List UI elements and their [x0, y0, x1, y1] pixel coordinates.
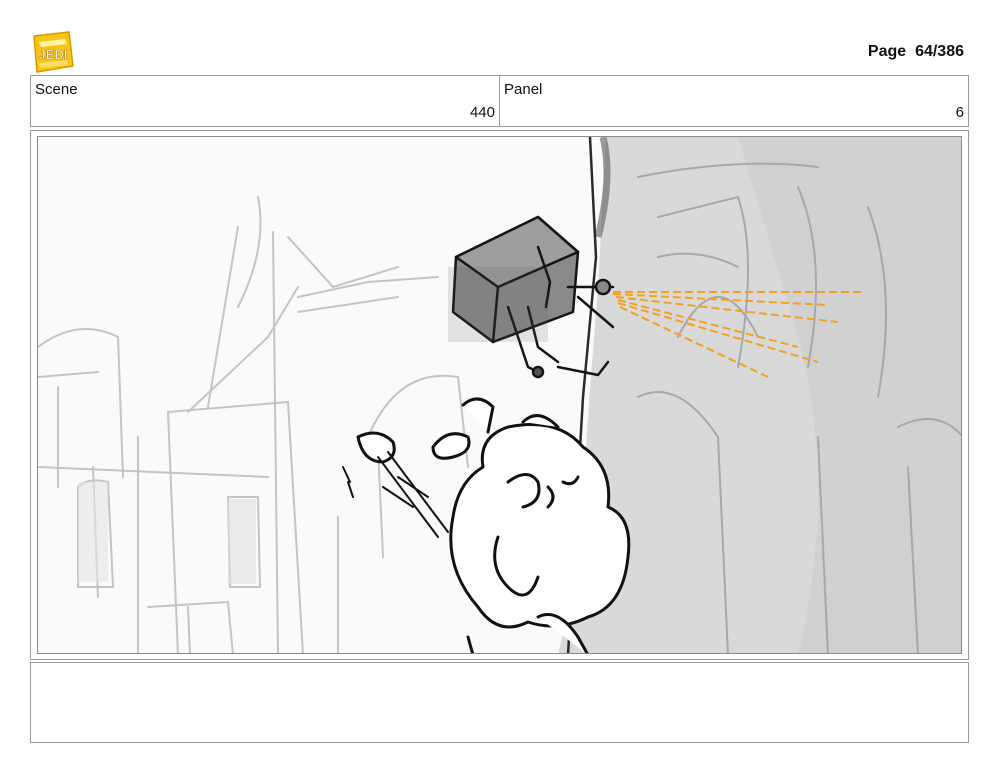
page-number: Page 64/386: [868, 43, 964, 61]
scene-value: 440: [469, 104, 495, 121]
page-label: Page: [867, 43, 907, 60]
panel-label: Panel: [504, 81, 543, 98]
svg-text:JEDI: JEDI: [39, 47, 68, 62]
notes-box: [30, 662, 969, 743]
storyboard-panel-frame: [30, 130, 969, 660]
scene-label: Scene: [35, 81, 78, 98]
storyboard-sketch: [38, 137, 961, 653]
storyboard-panel: [37, 136, 962, 654]
logo-icon: JEDI: [31, 30, 75, 74]
panel-value: 6: [955, 104, 964, 121]
page-number-value: 64/386: [915, 43, 964, 60]
scene-panel-row: Scene 440 Panel 6: [30, 75, 969, 127]
panel-cell: Panel 6: [499, 76, 968, 126]
scene-cell: Scene 440: [31, 76, 499, 126]
